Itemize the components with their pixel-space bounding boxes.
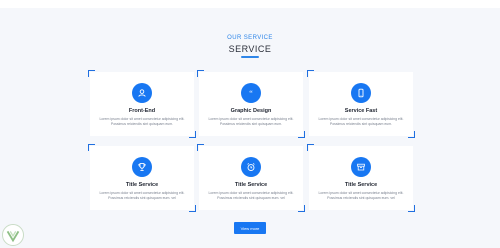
card-description: Lorem ipsum dolor sit amet consectetur a…	[99, 191, 185, 200]
card-title: Front-End	[128, 108, 156, 114]
card-title: Title Service	[234, 182, 268, 188]
card-description: Lorem ipsum dolor sit amet consectetur a…	[208, 117, 294, 126]
card-title: Graphic Design	[230, 108, 272, 114]
trophy-icon	[132, 157, 152, 177]
archive-box-icon	[351, 157, 371, 177]
card-corner-accent	[298, 205, 305, 212]
service-card-front-end[interactable]: Front-End Lorem ipsum dolor sit amet con…	[88, 70, 196, 138]
card-title: Title Service	[344, 182, 378, 188]
card-description: Lorem ipsum dolor sit amet consectetur a…	[208, 191, 294, 200]
section-eyebrow: OUR SERVICE	[227, 35, 273, 41]
card-corner-accent	[189, 205, 196, 212]
service-card-graphic-design[interactable]: “ Graphic Design Lorem ipsum dolor sit a…	[197, 70, 305, 138]
card-description: Lorem ipsum dolor sit amet consectetur a…	[318, 191, 404, 200]
card-corner-accent	[197, 70, 204, 77]
service-card-title-service[interactable]: Title Service Lorem ipsum dolor sit amet…	[88, 144, 196, 212]
card-corner-accent	[307, 70, 314, 77]
card-description: Lorem ipsum dolor sit amet consectetur a…	[99, 117, 185, 126]
service-card-title-service[interactable]: Title Service Lorem ipsum dolor sit amet…	[307, 144, 415, 212]
card-description: Lorem ipsum dolor sit amet consectetur a…	[318, 117, 404, 126]
title-underline	[241, 56, 259, 58]
card-corner-accent	[307, 144, 314, 151]
card-title: Service Fast	[344, 108, 378, 114]
service-card-title-service[interactable]: Title Service Lorem ipsum dolor sit amet…	[197, 144, 305, 212]
card-corner-accent	[189, 131, 196, 138]
view-more-button[interactable]: View more	[234, 222, 266, 234]
card-corner-accent	[408, 131, 415, 138]
alarm-clock-icon	[241, 157, 261, 177]
brand-logo	[2, 224, 24, 246]
card-corner-accent	[197, 144, 204, 151]
service-card-service-fast[interactable]: Service Fast Lorem ipsum dolor sit amet …	[307, 70, 415, 138]
header-strip	[0, 0, 500, 8]
card-title: Title Service	[125, 182, 159, 188]
user-icon	[132, 83, 152, 103]
card-corner-accent	[408, 205, 415, 212]
card-corner-accent	[88, 144, 95, 151]
section-title: SERVICE	[228, 44, 272, 54]
quote-icon: “	[241, 83, 261, 103]
phone-icon	[351, 83, 371, 103]
card-corner-accent	[88, 70, 95, 77]
card-corner-accent	[298, 131, 305, 138]
svg-text:“: “	[249, 89, 253, 98]
